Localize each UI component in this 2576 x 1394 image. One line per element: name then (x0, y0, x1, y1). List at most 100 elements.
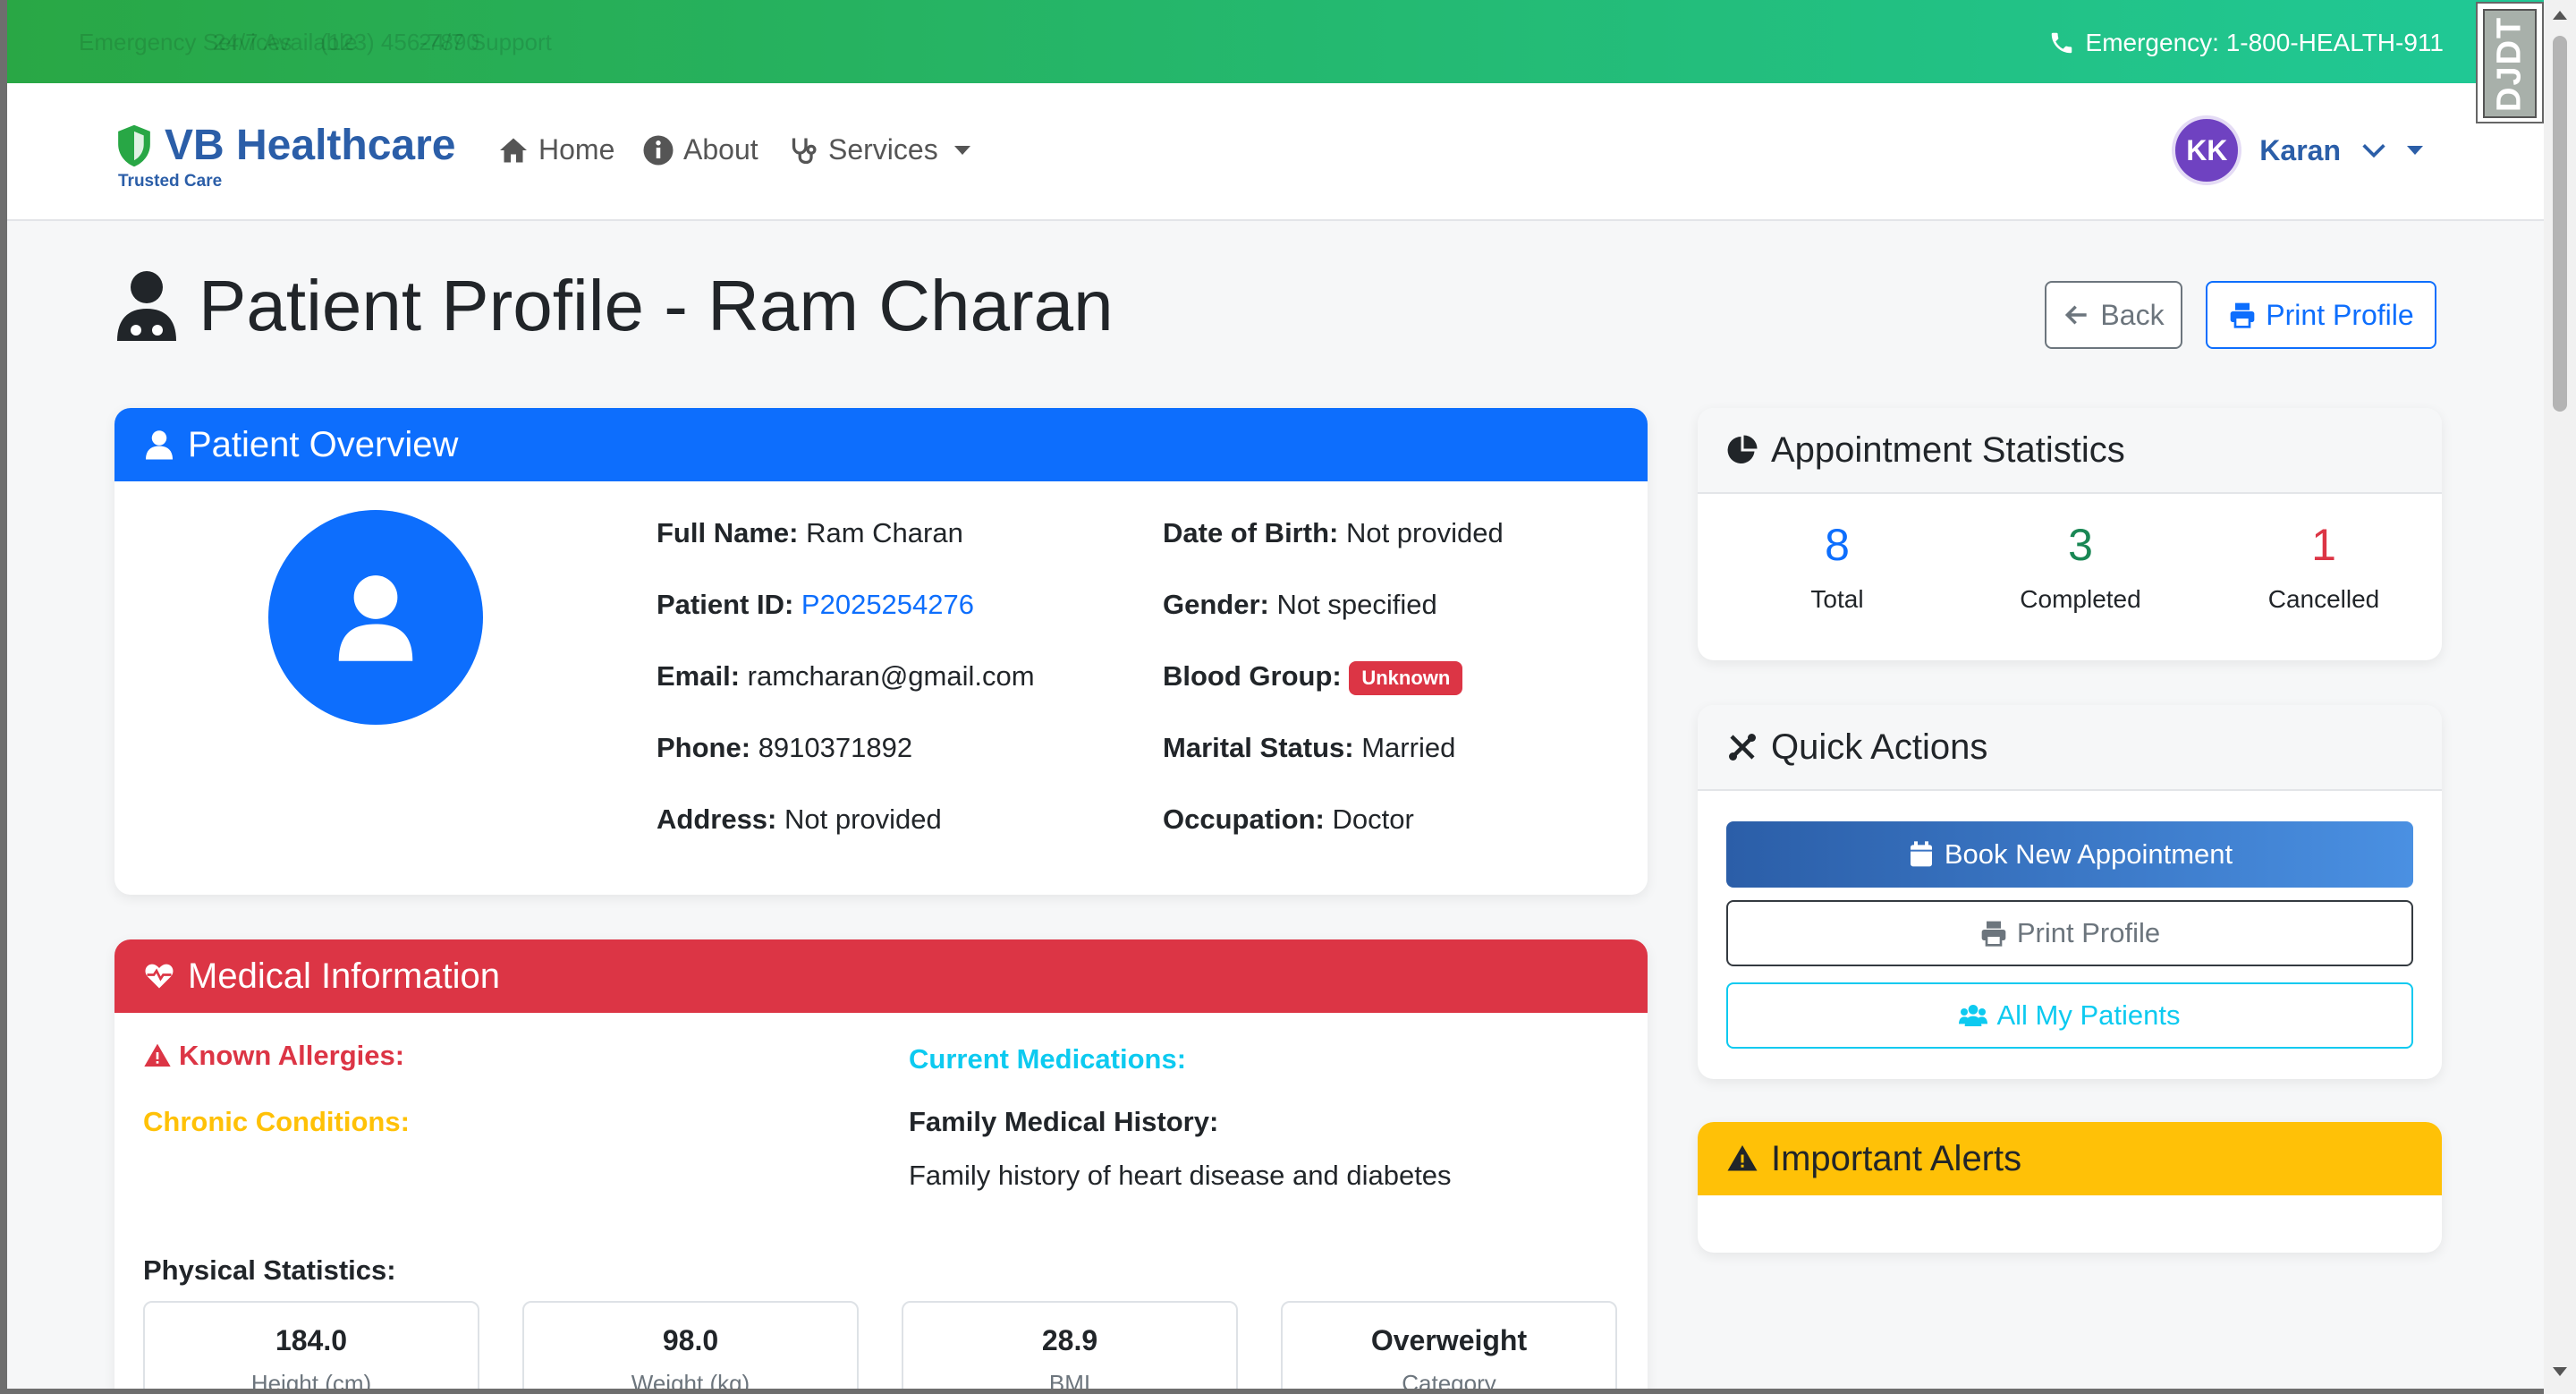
arrow-left-icon (2065, 305, 2088, 325)
info-icon (643, 135, 674, 165)
physical-statistics-label: Physical Statistics: (143, 1254, 396, 1286)
phone-icon (2051, 32, 2072, 54)
blood-group-label: Blood Group: (1163, 660, 1342, 692)
all-my-patients-label: All My Patients (1996, 999, 2181, 1031)
bmi-label: BMI (1048, 1370, 1091, 1389)
marital-status-label: Marital Status: (1163, 732, 1354, 763)
heart-pulse-icon (145, 964, 174, 989)
gender-label: Gender: (1163, 589, 1269, 620)
user-icon (146, 430, 173, 460)
bmi-value: 28.9 (1041, 1324, 1098, 1356)
book-new-appointment-label: Book New Appointment (1944, 838, 2233, 870)
blood-group-badge: Unknown (1349, 660, 1463, 695)
nav-about[interactable]: About (642, 133, 758, 166)
shield-icon (118, 124, 150, 166)
important-alerts-header: Important Alerts (1698, 1122, 2442, 1195)
gender-field: Gender: Not specified (1163, 589, 1437, 621)
medical-information-header: Medical Information (114, 939, 1648, 1013)
weight-stat: 98.0 Weight (kg) (522, 1301, 859, 1389)
emergency-text: Emergency: 1-800-HEALTH-911 (2085, 29, 2444, 56)
back-button[interactable]: Back (2045, 281, 2182, 349)
page-title: Patient Profile - Ram Charan (114, 265, 1114, 347)
known-allergies-heading: Known Allergies: (143, 1040, 404, 1072)
height-value: 184.0 (275, 1324, 348, 1356)
all-my-patients-button[interactable]: All My Patients (1726, 982, 2413, 1049)
top-info-bar: Emergency Services 24/7 Available (123) … (7, 0, 2544, 83)
height-stat: 184.0 Height (cm) (143, 1301, 479, 1389)
full-name-field: Full Name: Ram Charan (657, 517, 963, 549)
marital-status-value: Married (1361, 732, 1456, 763)
address-label: Address: (657, 803, 777, 835)
scroll-down-icon[interactable] (2553, 1367, 2567, 1376)
weight-label: Weight (kg) (631, 1370, 750, 1389)
top-bar-faint-item: 24/7 Support (419, 29, 552, 55)
patient-id-field: Patient ID: P2025254276 (657, 589, 974, 621)
pie-chart-icon (1727, 435, 1758, 463)
total-appointments-stat: 8 Total (1730, 519, 1945, 614)
scrollbar-thumb[interactable] (2553, 36, 2567, 412)
book-new-appointment-button[interactable]: Book New Appointment (1726, 821, 2413, 888)
family-history-label: Family Medical History: (909, 1106, 1219, 1137)
quick-actions-header: Quick Actions (1698, 705, 2442, 791)
main-navbar: VB Healthcare Trusted Care Home About Se… (7, 83, 2544, 221)
appointment-statistics-title: Appointment Statistics (1771, 429, 2125, 470)
total-label: Total (1810, 585, 1864, 613)
doctor-icon (117, 271, 176, 341)
user-icon (338, 575, 413, 661)
nav-services-dropdown[interactable]: Services (787, 133, 970, 166)
total-count: 8 (1825, 520, 1850, 570)
occupation-field: Occupation: Doctor (1163, 803, 1414, 836)
patient-overview-card: Patient Overview Full Name: Ram Charan P… (114, 408, 1648, 895)
users-icon (1959, 1005, 1988, 1026)
dob-field: Date of Birth: Not provided (1163, 517, 1504, 549)
print-profile-action-button[interactable]: Print Profile (1726, 900, 2413, 966)
address-field: Address: Not provided (657, 803, 942, 836)
nav-home[interactable]: Home (497, 133, 614, 166)
email-field: Email: ramcharan@gmail.com (657, 660, 1035, 693)
warning-icon (1727, 1145, 1758, 1171)
phone-field: Phone: 8910371892 (657, 732, 912, 764)
vertical-scrollbar[interactable] (2544, 0, 2576, 1394)
full-name-value: Ram Charan (806, 517, 963, 548)
phone-value: 8910371892 (758, 732, 913, 763)
page-title-text: Patient Profile - Ram Charan (199, 266, 1114, 345)
important-alerts-title: Important Alerts (1771, 1138, 2022, 1178)
address-value: Not provided (784, 803, 942, 835)
debug-toolbar-toggle[interactable]: DJDT (2476, 2, 2544, 123)
occupation-label: Occupation: (1163, 803, 1325, 835)
scroll-up-icon[interactable] (2553, 11, 2567, 20)
dob-label: Date of Birth: (1163, 517, 1339, 548)
appointment-statistics-card: Appointment Statistics 8 Total 3 Completed… (1698, 408, 2442, 660)
chevron-down-icon (953, 145, 970, 155)
weight-value: 98.0 (662, 1324, 719, 1356)
print-profile-button[interactable]: Print Profile (2206, 281, 2436, 349)
patient-id-label: Patient ID: (657, 589, 794, 620)
patient-id-value[interactable]: P2025254276 (801, 589, 974, 620)
known-allergies-label: Known Allergies: (179, 1040, 405, 1071)
brand-logo[interactable]: VB Healthcare Trusted Care (114, 121, 455, 191)
home-icon (500, 138, 527, 162)
bmi-stat: 28.9 BMI (902, 1301, 1238, 1389)
brand-name: VB Healthcare (165, 122, 456, 169)
quick-actions-title: Quick Actions (1771, 727, 1988, 767)
tools-icon (1729, 734, 1756, 761)
marital-status-field: Marital Status: Married (1163, 732, 1455, 764)
print-profile-label: Print Profile (2266, 298, 2414, 331)
phone-label: Phone: (657, 732, 751, 763)
stethoscope-icon (792, 138, 817, 164)
user-menu[interactable]: KK Karan (2172, 115, 2423, 185)
dropdown-caret-icon (2407, 146, 2423, 155)
full-name-label: Full Name: (657, 517, 799, 548)
dob-value: Not provided (1345, 517, 1504, 548)
current-medications-label: Current Medications: (909, 1043, 1187, 1075)
medical-information-card: Medical Information Known Allergies: Chr… (114, 939, 1648, 1389)
nav-home-label: Home (538, 133, 615, 166)
print-profile-action-label: Print Profile (2016, 917, 2161, 948)
appointment-statistics-header: Appointment Statistics (1698, 408, 2442, 494)
medical-information-title: Medical Information (188, 956, 501, 996)
nav-services-label: Services (828, 133, 938, 166)
browser-viewport: Emergency Services 24/7 Available (123) … (7, 0, 2544, 1389)
patient-avatar (268, 510, 483, 725)
bmi-category-label: Category (1402, 1370, 1496, 1389)
emergency-contact[interactable]: Emergency: 1-800-HEALTH-911 (2048, 29, 2444, 57)
